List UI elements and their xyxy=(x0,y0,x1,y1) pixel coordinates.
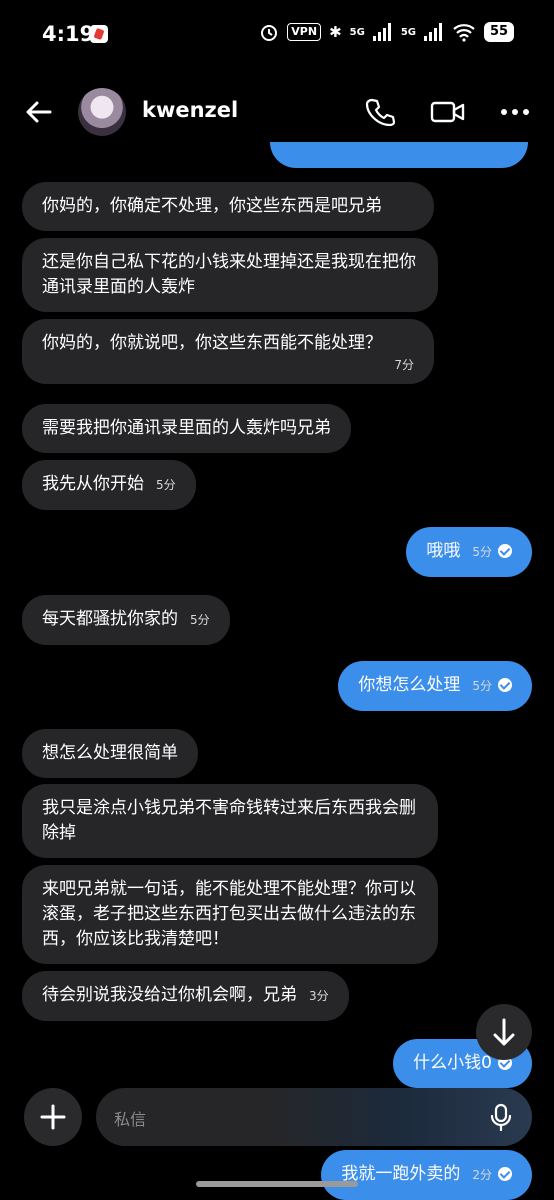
add-button[interactable] xyxy=(24,1088,82,1146)
message-text: 哦哦 xyxy=(426,541,461,561)
message-text: 我只是涂点小钱兄弟不害命钱转过来后东西我会删除掉 xyxy=(42,798,416,843)
message-bubble-incoming[interactable]: 每天都骚扰你家的 5分 xyxy=(22,595,230,645)
status-time: 4:19 xyxy=(42,22,95,46)
alarm-icon xyxy=(261,25,278,41)
message-text: 你想怎么处理 xyxy=(358,675,461,695)
message-text: 每天都骚扰你家的 xyxy=(42,609,178,629)
message-text: 我就一跑外卖的 xyxy=(341,1164,461,1184)
message-bubble-incoming[interactable]: 需要我把你通讯录里面的人轰炸吗兄弟 xyxy=(22,404,351,453)
wifi-icon xyxy=(453,24,475,42)
arrow-down-icon xyxy=(493,1018,515,1046)
battery-indicator: 55 xyxy=(484,22,514,42)
status-icons: VPN ✱ 5G 5G 55 xyxy=(259,22,514,42)
message-text: 我先从你开始 xyxy=(42,474,144,494)
message-text: 你妈的，你确定不处理，你这些东西是吧兄弟 xyxy=(42,196,382,216)
message-bubble-incoming[interactable]: 还是你自己私下花的小钱来处理掉还是我现在把你通讯录里面的人轰炸 xyxy=(22,238,438,312)
scroll-down-button[interactable] xyxy=(476,1004,532,1060)
message-time: 3分 xyxy=(309,989,329,1003)
message-text: 还是你自己私下花的小钱来处理掉还是我现在把你通讯录里面的人轰炸 xyxy=(42,252,416,297)
message-text: 需要我把你通讯录里面的人轰炸吗兄弟 xyxy=(42,418,331,438)
read-check-icon xyxy=(498,1167,512,1181)
message-input[interactable]: 私信 xyxy=(96,1088,532,1146)
message-time: 2分 xyxy=(472,1168,492,1182)
avatar[interactable] xyxy=(78,88,126,136)
message-bubble-incoming[interactable]: 你妈的，你就说吧，你这些东西能不能处理？ 7分 xyxy=(22,319,434,384)
message-bubble-incoming[interactable]: 你妈的，你确定不处理，你这些东西是吧兄弟 xyxy=(22,182,434,231)
app-notification-icon xyxy=(90,25,108,43)
message-list[interactable]: 你妈的，你确定不处理，你这些东西是吧兄弟 还是你自己私下花的小钱来处理掉还是我现… xyxy=(0,142,554,1100)
message-text: 待会别说我没给过你机会啊，兄弟 xyxy=(42,985,297,1005)
status-bar: 4:19 VPN ✱ 5G 5G 55 xyxy=(0,0,554,70)
message-bubble-outgoing[interactable]: 你想怎么处理 5分 xyxy=(338,661,532,711)
message-bubble-incoming[interactable]: 想怎么处理很简单 xyxy=(22,729,198,778)
chat-username[interactable]: kwenzel xyxy=(142,98,238,122)
video-camera-icon[interactable] xyxy=(430,96,466,128)
message-text: 你妈的，你就说吧，你这些东西能不能处理？ xyxy=(42,333,382,353)
message-text: 想怎么处理很简单 xyxy=(42,743,178,763)
message-bubble-outgoing[interactable]: 我就一跑外卖的 2分 xyxy=(321,1150,532,1200)
signal-icon-2 xyxy=(424,23,444,41)
phone-icon[interactable] xyxy=(364,96,396,128)
message-bubble-incoming[interactable]: 我只是涂点小钱兄弟不害命钱转过来后东西我会删除掉 xyxy=(22,784,438,858)
vpn-badge: VPN xyxy=(287,23,322,41)
message-bubble-incoming[interactable]: 待会别说我没给过你机会啊，兄弟 3分 xyxy=(22,971,349,1021)
signal-5g-label-2: 5G xyxy=(400,26,416,38)
message-time: 5分 xyxy=(472,679,492,693)
back-arrow-icon[interactable] xyxy=(24,97,54,127)
message-time: 5分 xyxy=(190,613,210,627)
message-bubble-incoming[interactable]: 我先从你开始 5分 xyxy=(22,460,196,510)
signal-icon-1 xyxy=(372,23,393,41)
message-input-placeholder: 私信 xyxy=(114,1110,147,1129)
message-time: 5分 xyxy=(472,545,492,559)
message-bubble-incoming[interactable]: 来吧兄弟就一句话，能不能处理不能处理？你可以滚蛋，老子把这些东西打包买出去做什么… xyxy=(22,865,438,964)
more-options-icon[interactable] xyxy=(500,100,530,124)
plus-icon xyxy=(40,1104,66,1130)
signal-5g-label-1: 5G xyxy=(349,26,365,38)
bluetooth-icon: ✱ xyxy=(329,23,342,41)
message-composer: 私信 xyxy=(0,1080,554,1150)
message-text: 来吧兄弟就一句话，能不能处理不能处理？你可以滚蛋，老子把这些东西打包买出去做什么… xyxy=(42,879,416,949)
chat-header: kwenzel xyxy=(0,80,554,142)
read-check-icon xyxy=(498,678,512,692)
message-bubble-outgoing[interactable]: 哦哦 5分 xyxy=(406,527,532,577)
read-check-icon xyxy=(498,544,512,558)
home-indicator[interactable] xyxy=(196,1181,358,1187)
message-bubble-outgoing-cutoff[interactable] xyxy=(270,142,528,168)
microphone-icon[interactable] xyxy=(486,1102,516,1132)
message-time: 5分 xyxy=(156,478,176,492)
message-time: 7分 xyxy=(394,358,414,372)
